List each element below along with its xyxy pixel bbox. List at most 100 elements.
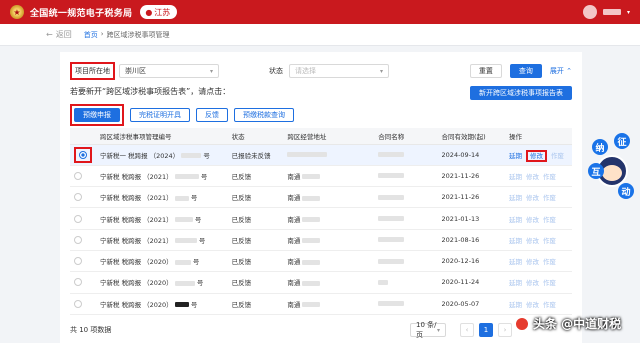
cell-select bbox=[70, 207, 96, 230]
masked-text bbox=[174, 195, 189, 201]
back-button[interactable]: ← 返回 bbox=[46, 29, 72, 40]
watermark-text: 头条 @中道财税 bbox=[533, 317, 622, 331]
cell-status: 已反馈 bbox=[227, 207, 284, 230]
cell-date: 2021-11-26 bbox=[437, 186, 505, 209]
breadcrumb-current: 跨区域涉税事项管理 bbox=[106, 30, 170, 39]
cell-select bbox=[70, 293, 96, 315]
void-button[interactable]: 作废 bbox=[543, 301, 556, 309]
masked-text bbox=[378, 301, 405, 307]
masked-text bbox=[174, 217, 193, 223]
void-button[interactable]: 作废 bbox=[543, 258, 556, 266]
filter-bar: 项目所在地 崇川区 ▾ 状态 请选择 ▾ 重置 查询 展开 ⌃ bbox=[70, 62, 572, 80]
modify-button[interactable]: 修改 bbox=[526, 258, 539, 266]
record-id-suffix: 号 bbox=[190, 300, 198, 309]
prev-page-button[interactable]: ‹ bbox=[460, 323, 474, 337]
record-id-suffix: 号 bbox=[196, 279, 204, 288]
new-report-button[interactable]: 新开跨区域涉税事项报告表 bbox=[470, 86, 572, 100]
cell-id: 宁新税 税跨报 （2021） 号 bbox=[96, 165, 228, 188]
extend-button[interactable]: 延期 bbox=[509, 173, 522, 181]
modify-button[interactable]: 修改 bbox=[526, 279, 539, 287]
extend-button[interactable]: 延期 bbox=[509, 194, 522, 202]
modify-button[interactable]: 修改 bbox=[526, 194, 539, 202]
cell-date: 2021-11-26 bbox=[437, 165, 505, 188]
cell-id: 宁新税 税跨报 （2021） 号 bbox=[96, 207, 228, 230]
extend-button[interactable]: 延期 bbox=[509, 152, 522, 160]
masked-text bbox=[378, 279, 389, 285]
extend-button[interactable]: 延期 bbox=[509, 237, 522, 245]
row-radio[interactable] bbox=[79, 150, 87, 159]
feedback-button[interactable]: 反馈 bbox=[196, 108, 228, 122]
mascot-face bbox=[602, 165, 622, 181]
col-contract: 合同名称 bbox=[374, 128, 438, 145]
row-radio[interactable] bbox=[74, 193, 82, 202]
modify-button[interactable]: 修改 bbox=[526, 149, 547, 162]
expand-toggle[interactable]: 展开 ⌃ bbox=[550, 66, 572, 76]
cell-select bbox=[70, 165, 96, 188]
modify-button[interactable]: 修改 bbox=[526, 301, 539, 309]
table-row[interactable]: 宁新税 税跨报 （2020） 号已反馈 南通 2020-12-16 延期 修改 作废 bbox=[70, 250, 572, 273]
prepay-declare-button[interactable]: 预缴申报 bbox=[74, 108, 120, 122]
page-1-button[interactable]: 1 bbox=[479, 323, 493, 337]
cell-ops: 延期 修改 作废 bbox=[505, 144, 572, 166]
region-switch[interactable]: ● 江苏 bbox=[140, 5, 178, 19]
void-button[interactable]: 作废 bbox=[543, 279, 556, 287]
query-button[interactable]: 查询 bbox=[509, 64, 542, 78]
table-row[interactable]: 宁新税 税跨报 （2021） 号已反馈 南通 2021-01-13 延期 修改 作废 bbox=[70, 207, 572, 230]
table-row[interactable]: 宁新税 税跨报 （2020） 号已反馈 南通 2020-05-07 延期 修改 作废 bbox=[70, 293, 572, 315]
cell-id: 宁新税 税跨报 （2020） 号 bbox=[96, 293, 228, 315]
col-ops: 操作 bbox=[505, 128, 572, 145]
row-radio[interactable] bbox=[74, 299, 82, 308]
row-radio[interactable] bbox=[74, 257, 82, 266]
record-id-suffix: 号 bbox=[200, 172, 208, 181]
table-row[interactable]: 宁新税一 税跨报 （2024） 号已报验未反馈 2024-09-14 延期 修改 作废 bbox=[70, 144, 572, 166]
location-label: 项目所在地 bbox=[70, 62, 115, 80]
pagination: ‹ 1 › bbox=[460, 323, 512, 337]
cell-address: 南通 bbox=[283, 250, 375, 273]
table-row[interactable]: 宁新税 税跨报 （2020） 号已反馈 南通 2020-11-24 延期 修改 作废 bbox=[70, 271, 572, 294]
masked-text bbox=[302, 280, 321, 286]
prepay-query-button[interactable]: 预缴税款查询 bbox=[234, 108, 294, 122]
location-select[interactable]: 崇川区 ▾ bbox=[119, 64, 219, 78]
user-name-masked bbox=[602, 9, 621, 15]
record-id: 宁新税 税跨报 （2021） bbox=[100, 215, 173, 224]
row-radio[interactable] bbox=[74, 278, 82, 287]
void-button[interactable]: 作废 bbox=[551, 152, 564, 160]
chevron-down-icon: ▾ bbox=[209, 67, 213, 75]
cell-address: 南通 bbox=[283, 229, 375, 251]
location-value: 崇川区 bbox=[125, 67, 146, 75]
cell-ops: 延期 修改 作废 bbox=[505, 293, 572, 315]
void-button[interactable]: 作废 bbox=[543, 173, 556, 181]
row-radio[interactable] bbox=[74, 214, 82, 223]
row-radio-highlight bbox=[74, 146, 92, 163]
user-menu[interactable]: ▾ bbox=[582, 5, 630, 19]
chevron-down-icon: ▾ bbox=[626, 8, 630, 16]
table-row[interactable]: 宁新税 税跨报 （2021） 号已反馈 南通 2021-11-26 延期 修改 作废 bbox=[70, 186, 572, 209]
row-radio[interactable] bbox=[74, 235, 82, 244]
breadcrumb-home[interactable]: 首页 bbox=[84, 30, 98, 40]
table-row[interactable]: 宁新税 税跨报 （2021） 号已反馈 南通 2021-11-26 延期 修改 作废 bbox=[70, 165, 572, 188]
tax-certificate-button[interactable]: 完税证明开具 bbox=[130, 108, 190, 122]
avatar[interactable] bbox=[582, 5, 597, 19]
row-radio[interactable] bbox=[74, 171, 82, 180]
void-button[interactable]: 作废 bbox=[543, 237, 556, 245]
modify-button[interactable]: 修改 bbox=[526, 173, 539, 181]
cell-ops: 延期 修改 作废 bbox=[505, 229, 572, 251]
reset-button[interactable]: 重置 bbox=[469, 64, 502, 78]
cell-status: 已反馈 bbox=[227, 165, 284, 188]
extend-button[interactable]: 延期 bbox=[509, 216, 522, 224]
cell-ops: 延期 修改 作废 bbox=[505, 207, 572, 230]
void-button[interactable]: 作废 bbox=[543, 194, 556, 202]
next-page-button[interactable]: › bbox=[498, 323, 512, 337]
modify-button[interactable]: 修改 bbox=[526, 216, 539, 224]
table-row[interactable]: 宁新税 税跨报 （2021） 号已反馈 南通 2021-08-16 延期 修改 作废 bbox=[70, 229, 572, 251]
extend-button[interactable]: 延期 bbox=[509, 301, 522, 309]
page-size-select[interactable]: 10 条/页 ▾ bbox=[410, 321, 446, 339]
col-select bbox=[70, 128, 96, 145]
extend-button[interactable]: 延期 bbox=[509, 258, 522, 266]
modify-button[interactable]: 修改 bbox=[526, 237, 539, 245]
void-button[interactable]: 作废 bbox=[543, 216, 556, 224]
extend-button[interactable]: 延期 bbox=[509, 279, 522, 287]
record-id-suffix: 号 bbox=[194, 215, 202, 224]
status-select[interactable]: 请选择 ▾ bbox=[289, 64, 389, 78]
service-mascot[interactable]: 征 纳 互 动 bbox=[588, 133, 636, 205]
